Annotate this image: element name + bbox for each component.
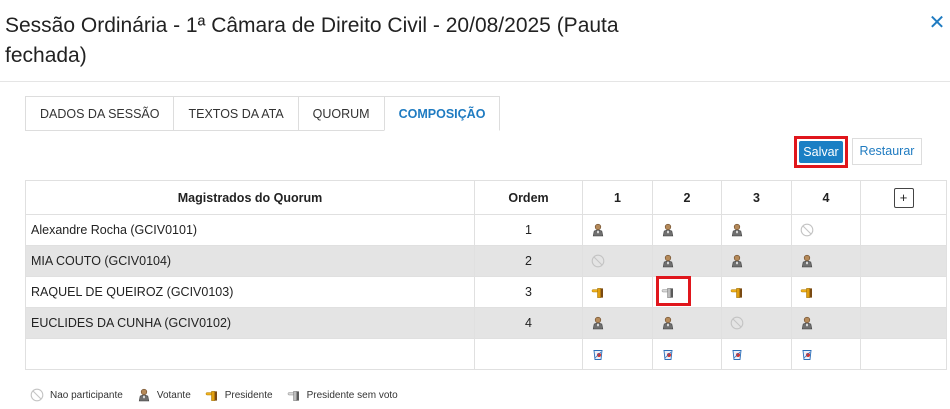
votante-icon[interactable] — [730, 223, 744, 237]
composition-cell[interactable] — [582, 307, 653, 339]
table-row: RAQUEL DE QUEIROZ (GCIV0103) 3 — [25, 276, 947, 308]
clear-column-cell[interactable] — [582, 338, 653, 370]
row-spacer-cell — [860, 245, 947, 277]
votante-icon[interactable] — [800, 254, 814, 268]
presidente-icon[interactable] — [800, 285, 814, 299]
presidente-icon[interactable] — [591, 285, 605, 299]
header-ordem: Ordem — [474, 180, 583, 215]
presidente-icon — [205, 388, 219, 402]
table-row: Alexandre Rocha (GCIV0101) 1 — [25, 214, 947, 246]
composition-cell[interactable] — [721, 276, 792, 308]
ordem-value: 1 — [474, 214, 583, 246]
composition-cell[interactable] — [721, 214, 792, 246]
tab-composicao[interactable]: COMPOSIÇÃO — [383, 96, 501, 131]
tab-quorum[interactable]: QUORUM — [297, 96, 385, 131]
header-col-2: 2 — [652, 180, 722, 215]
nao-participante-icon[interactable] — [591, 254, 605, 268]
table-row: MIA COUTO (GCIV0104) 2 — [25, 245, 947, 277]
tab-dados-da-sessao[interactable]: DADOS DA SESSÃO — [25, 96, 175, 131]
header-magistrados: Magistrados do Quorum — [25, 180, 475, 215]
magistrado-name: EUCLIDES DA CUNHA (GCIV0102) — [25, 307, 475, 339]
composition-cell[interactable] — [582, 214, 653, 246]
composition-cell[interactable] — [791, 214, 861, 246]
clear-column-cell[interactable] — [791, 338, 861, 370]
presidente-sem-voto-icon — [287, 388, 301, 402]
tab-bar: DADOS DA SESSÃO TEXTOS DA ATA QUORUM COM… — [25, 96, 501, 131]
composition-cell[interactable] — [652, 245, 722, 277]
clear-icon[interactable] — [800, 347, 814, 361]
restore-button[interactable]: Restaurar — [852, 138, 922, 165]
nao-participante-icon[interactable] — [800, 223, 814, 237]
header-add: + — [860, 180, 947, 215]
ordem-value: 3 — [474, 276, 583, 308]
modal-header: Sessão Ordinária - 1ª Câmara de Direito … — [0, 0, 950, 82]
legend: Nao participante Votante Presidente Preside… — [30, 388, 412, 402]
header-col-1: 1 — [582, 180, 653, 215]
legend-item: Presidente — [205, 388, 273, 402]
nao-participante-icon — [30, 388, 44, 402]
votante-icon[interactable] — [591, 223, 605, 237]
ordem-value: 2 — [474, 245, 583, 277]
clear-icon[interactable] — [661, 347, 675, 361]
composition-cell[interactable] — [652, 276, 722, 308]
votante-icon[interactable] — [661, 254, 675, 268]
clear-column-cell[interactable] — [721, 338, 792, 370]
footer-empty-cell — [860, 338, 947, 370]
row-spacer-cell — [860, 214, 947, 246]
votante-icon[interactable] — [800, 316, 814, 330]
composition-cell[interactable] — [791, 276, 861, 308]
footer-empty-cell — [25, 338, 475, 370]
legend-label: Presidente — [224, 389, 273, 401]
magistrado-name: MIA COUTO (GCIV0104) — [25, 245, 475, 277]
nao-participante-icon[interactable] — [730, 316, 744, 330]
clear-column-cell[interactable] — [652, 338, 722, 370]
legend-label: Votante — [156, 389, 191, 401]
close-icon[interactable]: ✕ — [928, 12, 946, 34]
row-spacer-cell — [860, 307, 947, 339]
composition-cell[interactable] — [652, 214, 722, 246]
add-column-button[interactable]: + — [893, 187, 914, 208]
presidente-icon[interactable] — [730, 285, 744, 299]
composition-cell[interactable] — [582, 245, 653, 277]
footer-empty-cell — [474, 338, 583, 370]
votante-icon[interactable] — [661, 223, 675, 237]
clear-icon[interactable] — [730, 347, 744, 361]
composition-cell[interactable] — [721, 245, 792, 277]
votante-icon[interactable] — [591, 316, 605, 330]
composition-cell[interactable] — [652, 307, 722, 339]
legend-label: Nao participante — [50, 389, 123, 401]
composition-cell[interactable] — [721, 307, 792, 339]
composition-cell[interactable] — [791, 245, 861, 277]
votante-icon[interactable] — [661, 316, 675, 330]
votante-icon[interactable] — [730, 254, 744, 268]
composition-cell[interactable] — [582, 276, 653, 308]
votante-icon — [137, 388, 151, 402]
magistrado-name: Alexandre Rocha (GCIV0101) — [25, 214, 475, 246]
clear-icon[interactable] — [591, 347, 605, 361]
table-header-row: Magistrados do Quorum Ordem 1 2 3 4 + — [25, 180, 947, 215]
table-footer-row — [25, 338, 947, 370]
composition-cell[interactable] — [791, 307, 861, 339]
header-col-3: 3 — [721, 180, 792, 215]
magistrado-name: RAQUEL DE QUEIROZ (GCIV0103) — [25, 276, 475, 308]
legend-label: Presidente sem voto — [306, 389, 398, 401]
header-col-4: 4 — [791, 180, 861, 215]
legend-item: Presidente sem voto — [287, 388, 398, 402]
tab-textos-da-ata[interactable]: TEXTOS DA ATA — [173, 96, 299, 131]
table-row: EUCLIDES DA CUNHA (GCIV0102) 4 — [25, 307, 947, 339]
legend-item: Votante — [137, 388, 191, 402]
legend-item: Nao participante — [30, 388, 123, 402]
save-button[interactable]: Salvar — [794, 136, 848, 168]
composition-table: Magistrados do Quorum Ordem 1 2 3 4 + Al… — [25, 180, 947, 370]
modal-title: Sessão Ordinária - 1ª Câmara de Direito … — [5, 14, 619, 67]
row-spacer-cell — [860, 276, 947, 308]
save-button-label: Salvar — [799, 141, 843, 163]
presidente-sem-voto-icon[interactable] — [661, 285, 675, 299]
ordem-value: 4 — [474, 307, 583, 339]
